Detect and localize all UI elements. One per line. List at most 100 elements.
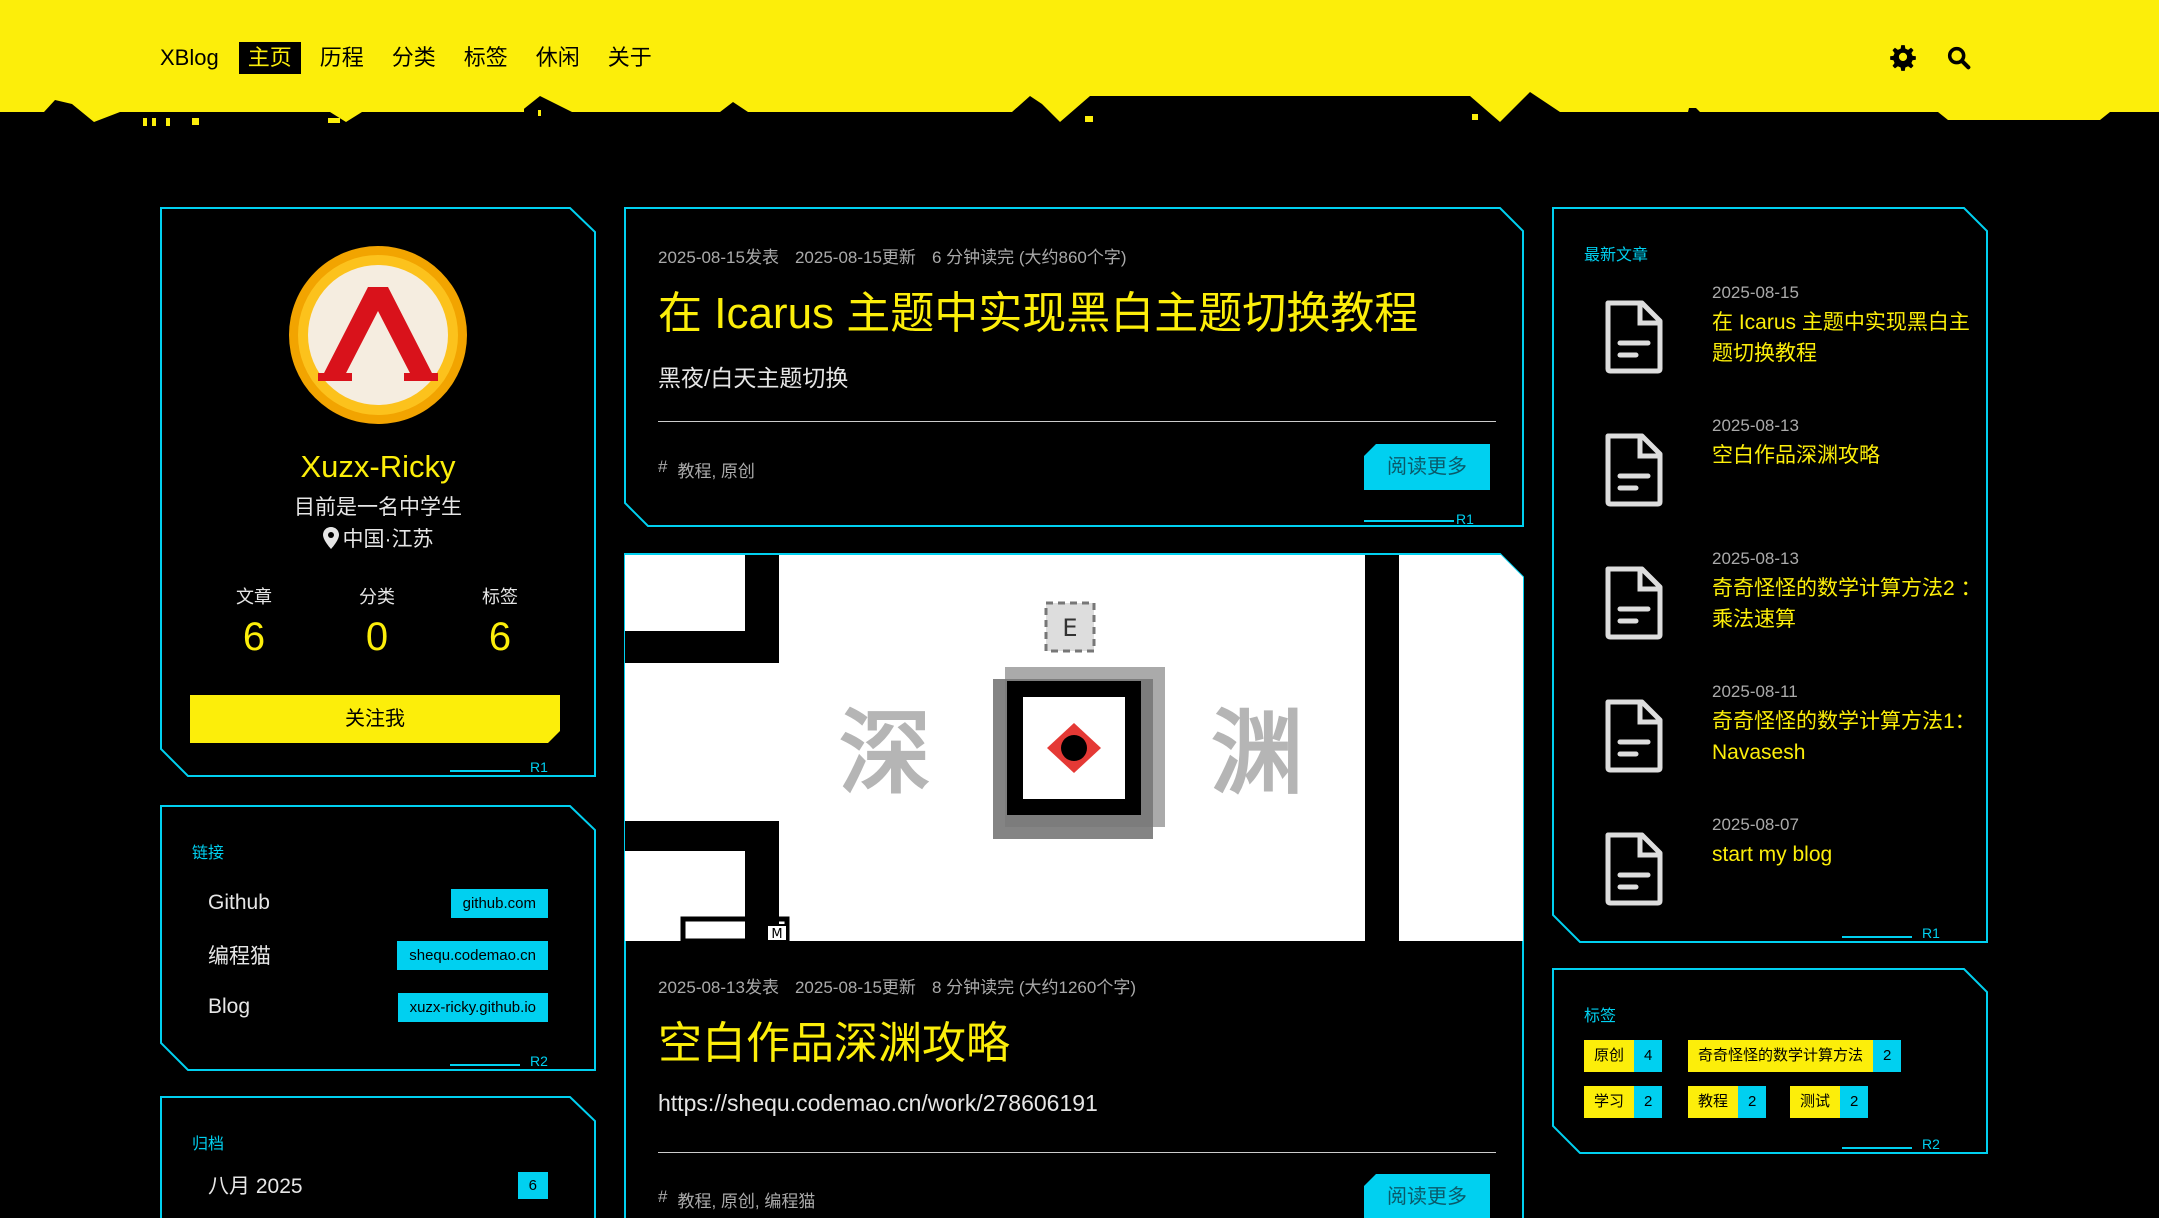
recent-post-title[interactable]: start my blog	[1712, 839, 1982, 870]
nav-item-about[interactable]: 关于	[599, 42, 661, 74]
post-tag-list[interactable]: 教程, 原创, 编程猫	[677, 1187, 815, 1212]
post-card: 2025-08-15发表 2025-08-15更新 6 分钟读完 (大约860个…	[624, 207, 1524, 527]
recent-post-title[interactable]: 空白作品深渊攻略	[1712, 440, 1982, 471]
tags-card: 标签 原创 4 奇奇怪怪的数学计算方法 2 学习 2 教程 2 测试 2 R2	[1552, 968, 1988, 1154]
recent-post-item[interactable]: 2025-08-13 空白作品深渊攻略	[1602, 416, 1992, 536]
cover-char-left: 深	[839, 700, 931, 807]
archive-heading: 归档	[192, 1136, 225, 1153]
follow-button[interactable]: 关注我	[190, 695, 560, 743]
hash-icon: #	[658, 1187, 668, 1206]
profile-avatar	[289, 246, 467, 424]
post-title[interactable]: 在 Icarus 主题中实现黑白主题切换教程	[658, 277, 1418, 341]
stat-label: 文章	[236, 587, 272, 607]
stat-value: 6	[242, 615, 266, 659]
hash-icon: #	[658, 457, 668, 476]
post-published: 2025-08-13发表	[658, 978, 779, 997]
recent-post-date: 2025-08-15	[1712, 283, 1799, 302]
tag-name: 测试	[1790, 1086, 1841, 1118]
read-more-label: 阅读更多	[1387, 1186, 1467, 1208]
document-icon	[1605, 433, 1663, 507]
follow-button-label: 关注我	[345, 708, 405, 730]
stat-value: 0	[365, 615, 389, 659]
link-badge[interactable]: shequ.codemao.cn	[397, 940, 548, 970]
post-tag-list[interactable]: 教程, 原创	[677, 457, 754, 482]
search-icon[interactable]	[1945, 44, 1973, 72]
link-item-github[interactable]: Github github.com	[208, 887, 548, 919]
gear-icon[interactable]	[1889, 44, 1917, 72]
archive-item[interactable]: 八月 2025 6	[208, 1170, 548, 1200]
top-navbar: XBlog 主页 历程 分类 标签 休闲 关于	[0, 0, 2159, 128]
post-cover-image[interactable]: M E 深 渊	[625, 555, 1523, 941]
tag-chip[interactable]: 教程 2	[1688, 1086, 1767, 1118]
tag-name: 学习	[1584, 1086, 1635, 1118]
read-more-button[interactable]: 阅读更多	[1364, 1174, 1490, 1218]
brand-logo-link[interactable]: XBlog	[160, 45, 219, 71]
link-badge[interactable]: github.com	[450, 888, 548, 918]
tag-count: 2	[1738, 1086, 1767, 1118]
post-updated: 2025-08-15更新	[794, 248, 916, 267]
post-divider	[658, 1152, 1496, 1153]
stat-categories[interactable]: 分类 0	[317, 583, 437, 660]
recent-heading: 最新文章	[1584, 247, 1649, 264]
tag-chip[interactable]: 奇奇怪怪的数学计算方法 2	[1688, 1040, 1902, 1072]
links-card: 链接 Github github.com 编程猫 shequ.codemao.c…	[160, 805, 596, 1071]
recent-post-title[interactable]: 在 Icarus 主题中实现黑白主题切换教程	[1712, 307, 1982, 369]
profile-location-text: 中国·江苏	[342, 528, 434, 551]
tag-chip[interactable]: 学习 2	[1584, 1086, 1663, 1118]
recent-post-item[interactable]: 2025-08-11 奇奇怪怪的数学计算方法1：Navasesh	[1602, 682, 1992, 802]
post-meta: 2025-08-15发表 2025-08-15更新 6 分钟读完 (大约860个…	[658, 243, 1127, 268]
profile-bio: 目前是一名中学生	[294, 496, 462, 519]
profile-card: Xuzx-Ricky 目前是一名中学生 中国·江苏 文章 6 分类 0 标签 6…	[160, 207, 596, 777]
stat-articles[interactable]: 文章 6	[194, 583, 314, 660]
profile-name: Xuzx-Ricky	[300, 449, 456, 484]
archive-month[interactable]: 八月 2025	[208, 1170, 303, 1200]
tag-count: 2	[1840, 1086, 1869, 1118]
recent-post-item[interactable]: 2025-08-07 start my blog	[1602, 815, 1992, 935]
tag-chip[interactable]: 测试 2	[1790, 1086, 1869, 1118]
tag-chip[interactable]: 原创 4	[1584, 1040, 1663, 1072]
navbar-menu: XBlog 主页 历程 分类 标签 休闲 关于	[160, 38, 671, 78]
recent-post-title[interactable]: 奇奇怪怪的数学计算方法2 ： 乘法速算	[1712, 573, 1982, 635]
recent-post-date: 2025-08-13	[1712, 549, 1799, 568]
post-published: 2025-08-15发表	[658, 248, 779, 267]
nav-item-tags[interactable]: 标签	[455, 42, 517, 74]
tag-name: 教程	[1688, 1086, 1739, 1118]
tag-count: 4	[1634, 1040, 1663, 1072]
cover-char-right: 渊	[1211, 700, 1303, 807]
read-more-label: 阅读更多	[1387, 456, 1467, 478]
stat-tags[interactable]: 标签 6	[440, 583, 560, 660]
tag-name: 奇奇怪怪的数学计算方法	[1688, 1040, 1874, 1072]
nav-item-history[interactable]: 历程	[311, 42, 373, 74]
link-name: Blog	[208, 995, 251, 1018]
recent-post-item[interactable]: 2025-08-15 在 Icarus 主题中实现黑白主题切换教程	[1602, 283, 1992, 403]
read-more-button[interactable]: 阅读更多	[1364, 444, 1490, 490]
tag-count: 2	[1634, 1086, 1663, 1118]
document-icon	[1605, 300, 1663, 374]
post-reading-time: 6 分钟读完 (大约860个字)	[931, 248, 1127, 267]
post-card: M E 深 渊 2025-08-13发表 2025-08-15更新 8 分钟读完…	[624, 553, 1524, 1218]
stat-label: 标签	[482, 587, 518, 607]
link-badge[interactable]: xuzx-ricky.github.io	[397, 992, 548, 1022]
recent-post-date: 2025-08-11	[1712, 682, 1798, 701]
recent-post-item[interactable]: 2025-08-13 奇奇怪怪的数学计算方法2 ： 乘法速算	[1602, 549, 1992, 669]
cover-marker-m: M	[771, 927, 782, 941]
link-item-codemao[interactable]: 编程猫 shequ.codemao.cn	[208, 939, 548, 971]
profile-location: 中国·江苏	[160, 523, 596, 553]
document-icon	[1605, 566, 1663, 640]
post-meta: 2025-08-13发表 2025-08-15更新 8 分钟读完 (大约1260…	[658, 973, 1136, 998]
nav-item-categories[interactable]: 分类	[383, 42, 445, 74]
post-title[interactable]: 空白作品深渊攻略	[658, 1007, 1010, 1071]
recent-post-date: 2025-08-13	[1712, 416, 1799, 435]
corner-tag: R2	[530, 1053, 548, 1069]
links-card-frame	[160, 805, 596, 1071]
link-item-blog[interactable]: Blog xuzx-ricky.github.io	[208, 991, 548, 1023]
link-name: 编程猫	[208, 945, 271, 968]
post-excerpt: https://shequ.codemao.cn/work/278606191	[658, 1090, 1098, 1116]
post-tags: # 教程, 原创	[658, 457, 755, 482]
nav-item-leisure[interactable]: 休闲	[527, 42, 589, 74]
archive-card: 归档 八月 2025 6	[160, 1096, 596, 1218]
map-pin-icon	[322, 527, 339, 549]
recent-post-title[interactable]: 奇奇怪怪的数学计算方法1：Navasesh	[1712, 706, 1982, 768]
nav-item-home[interactable]: 主页	[238, 42, 301, 74]
corner-tag: R1	[530, 759, 548, 775]
